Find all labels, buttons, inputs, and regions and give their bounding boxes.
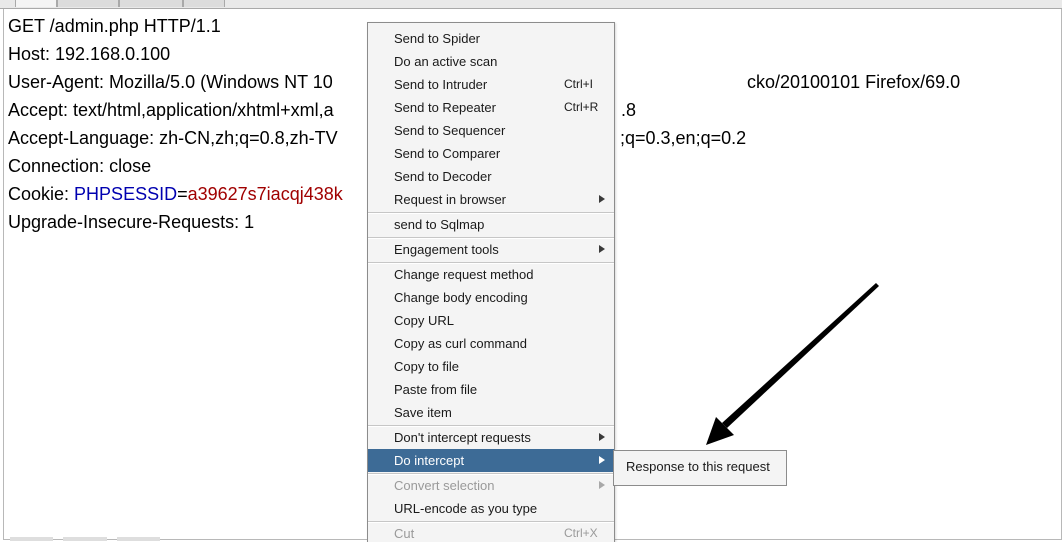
shortcut-ctrl-r: Ctrl+R bbox=[564, 100, 599, 114]
menu-item-send-to-decoder[interactable]: Send to Decoder bbox=[368, 165, 614, 188]
menu-item-copy-to-file[interactable]: Copy to file bbox=[368, 355, 614, 378]
menu-item-copy-as-curl[interactable]: Copy as curl command bbox=[368, 332, 614, 355]
tab-3[interactable] bbox=[119, 0, 183, 7]
menu-item-send-to-sqlmap[interactable]: send to Sqlmap bbox=[368, 213, 614, 236]
accept-header-tail: .8 bbox=[621, 100, 637, 120]
menu-item-dont-intercept[interactable]: Don't intercept requests bbox=[368, 426, 614, 449]
menu-item-do-active-scan[interactable]: Do an active scan bbox=[368, 50, 614, 73]
cookie-value: a39627s7iacqj438k bbox=[187, 184, 343, 204]
accept-language-header: Accept-Language: zh-CN,zh;q=0.8,zh-TV bbox=[8, 128, 338, 148]
menu-item-send-to-sequencer[interactable]: Send to Sequencer bbox=[368, 119, 614, 142]
shortcut-ctrl-i: Ctrl+I bbox=[564, 77, 594, 91]
menu-item-send-to-comparer[interactable]: Send to Comparer bbox=[368, 142, 614, 165]
upgrade-insecure-header: Upgrade-Insecure-Requests: 1 bbox=[8, 212, 255, 232]
cookie-prefix: Cookie: bbox=[8, 184, 75, 204]
submenu-arrow-icon bbox=[599, 456, 605, 464]
connection-header: Connection: close bbox=[8, 156, 152, 176]
cookie-header: Cookie: PHPSESSID=a39627s7iacqj438k bbox=[8, 180, 343, 208]
host-header: Host: 192.168.0.100 bbox=[8, 44, 171, 64]
submenu-arrow-icon bbox=[599, 195, 605, 203]
menu-item-request-in-browser[interactable]: Request in browser bbox=[368, 188, 614, 211]
menu-item-convert-selection: Convert selection bbox=[368, 474, 614, 497]
menu-item-change-body-encoding[interactable]: Change body encoding bbox=[368, 286, 614, 309]
cookie-name: PHPSESSID bbox=[74, 184, 178, 204]
request-line: GET /admin.php HTTP/1.1 bbox=[8, 16, 221, 36]
menu-item-response-to-request[interactable]: Response to this request bbox=[614, 451, 786, 485]
shortcut-ctrl-x: Ctrl+X bbox=[564, 526, 598, 540]
tab-4[interactable] bbox=[183, 0, 225, 7]
menu-item-paste-from-file[interactable]: Paste from file bbox=[368, 378, 614, 401]
menu-item-do-intercept[interactable]: Do intercept bbox=[368, 449, 614, 472]
menu-item-url-encode[interactable]: URL-encode as you type bbox=[368, 497, 614, 520]
accept-header: Accept: text/html,application/xhtml+xml,… bbox=[8, 100, 334, 120]
submenu-arrow-icon bbox=[599, 433, 605, 441]
menu-item-cut: Cut Ctrl+X bbox=[368, 522, 614, 542]
tab-2[interactable] bbox=[57, 0, 119, 7]
context-menu: Send to Spider Do an active scan Send to… bbox=[367, 22, 615, 542]
menu-item-send-to-repeater[interactable]: Send to Repeater Ctrl+R bbox=[368, 96, 614, 119]
do-intercept-submenu: Response to this request bbox=[613, 450, 787, 486]
tab-strip bbox=[0, 0, 1062, 9]
bottom-tabs-partial bbox=[10, 537, 160, 541]
menu-item-change-request-method[interactable]: Change request method bbox=[368, 263, 614, 286]
user-agent-header: User-Agent: Mozilla/5.0 (Windows NT 10 bbox=[8, 72, 333, 92]
menu-item-save-item[interactable]: Save item bbox=[368, 401, 614, 424]
menu-item-copy-url[interactable]: Copy URL bbox=[368, 309, 614, 332]
tab-active[interactable] bbox=[15, 0, 57, 7]
menu-item-send-to-spider[interactable]: Send to Spider bbox=[368, 27, 614, 50]
cookie-equals: = bbox=[177, 184, 188, 204]
submenu-arrow-icon bbox=[599, 245, 605, 253]
menu-item-engagement-tools[interactable]: Engagement tools bbox=[368, 238, 614, 261]
menu-item-send-to-intruder[interactable]: Send to Intruder Ctrl+I bbox=[368, 73, 614, 96]
user-agent-header-tail: cko/20100101 Firefox/69.0 bbox=[747, 72, 961, 92]
accept-language-header-tail: ;q=0.3,en;q=0.2 bbox=[620, 128, 747, 148]
submenu-arrow-icon bbox=[599, 481, 605, 489]
